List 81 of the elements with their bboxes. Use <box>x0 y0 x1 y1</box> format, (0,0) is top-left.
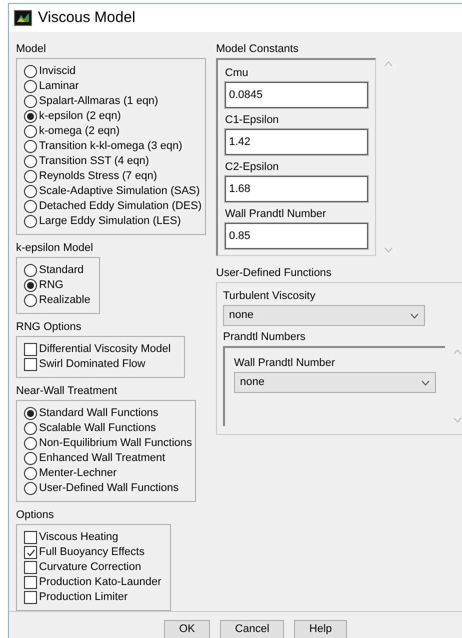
option-label: Viscous Heating <box>39 530 118 546</box>
checkbox[interactable] <box>24 591 37 604</box>
input-field[interactable]: 1.42 <box>225 129 368 155</box>
app-icon <box>14 10 32 26</box>
field-label: Turbulent Viscosity <box>223 289 316 303</box>
option-label: k-omega (2 eqn) <box>39 124 120 140</box>
radio-button[interactable] <box>24 482 37 495</box>
field-label: Wall Prandtl Number <box>225 207 328 221</box>
checkbox[interactable] <box>24 546 37 559</box>
checkbox[interactable] <box>24 531 37 544</box>
dropdown[interactable]: none <box>223 305 425 326</box>
group-label: Near-Wall Treatment <box>16 384 118 398</box>
dialog-button[interactable]: Cancel <box>220 620 284 638</box>
input-field[interactable]: 1.68 <box>225 176 368 202</box>
option-label: Menter-Lechner <box>39 466 117 482</box>
dropdown[interactable]: none <box>234 372 436 393</box>
option-label: Production Limiter <box>39 590 128 606</box>
option-label: Transition SST (4 eqn) <box>39 154 150 170</box>
option-label: Scalable Wall Functions <box>39 421 156 436</box>
field-label: C2-Epsilon <box>225 160 280 174</box>
group-label: k-epsilon Model <box>16 241 94 255</box>
radio-button[interactable] <box>24 407 37 420</box>
option-label: Scale-Adaptive Simulation (SAS) <box>39 184 200 200</box>
field-label: Cmu <box>225 66 250 80</box>
option-label: Inviscid <box>39 64 76 80</box>
field-label: Wall Prandtl Number <box>234 356 336 370</box>
radio-button[interactable] <box>24 279 37 292</box>
radio-button[interactable] <box>24 215 37 228</box>
option-label: Detached Eddy Simulation (DES) <box>39 199 202 214</box>
option-label: Reynolds Stress (7 eqn) <box>39 169 157 184</box>
dialog-button[interactable]: OK <box>164 620 210 638</box>
radio-button[interactable] <box>24 452 37 465</box>
radio-button[interactable] <box>24 437 37 450</box>
group-label: Model <box>16 42 47 56</box>
input-field[interactable]: 0.0845 <box>225 82 368 108</box>
option-label: Non-Equilibrium Wall Functions <box>39 436 192 452</box>
option-label: Production Kato-Launder <box>39 575 162 590</box>
radio-button[interactable] <box>24 110 37 123</box>
option-label: Standard <box>39 263 84 278</box>
checkbox[interactable] <box>24 576 37 589</box>
radio-button[interactable] <box>24 140 37 153</box>
radio-button[interactable] <box>24 155 37 168</box>
option-label: k-epsilon (2 eqn) <box>39 109 121 124</box>
radio-button[interactable] <box>24 65 37 78</box>
radio-button[interactable] <box>24 264 37 277</box>
option-label: Curvature Correction <box>39 560 142 576</box>
chevron-down-icon <box>421 380 430 386</box>
dialog-button[interactable]: Help <box>294 620 347 638</box>
radio-button[interactable] <box>24 467 37 480</box>
chevron-down-icon <box>410 312 419 318</box>
radio-button[interactable] <box>24 185 37 198</box>
radio-button[interactable] <box>24 170 37 183</box>
radio-button[interactable] <box>24 200 37 213</box>
group-label: Options <box>16 508 55 522</box>
field-label: C1-Epsilon <box>225 113 280 127</box>
option-label: Full Buoyancy Effects <box>39 545 145 560</box>
field-label: Prandtl Numbers <box>223 330 307 344</box>
group-label: RNG Options <box>16 320 82 334</box>
radio-button[interactable] <box>24 294 37 307</box>
checkbox[interactable] <box>24 343 37 356</box>
option-label: Laminar <box>39 79 79 94</box>
option-label: Spalart-Allmaras (1 eqn) <box>39 94 158 110</box>
radio-button[interactable] <box>24 422 37 435</box>
group-label: User-Defined Functions <box>216 266 333 280</box>
option-label: Swirl Dominated Flow <box>39 357 146 372</box>
option-label: Differential Viscosity Model <box>39 342 171 358</box>
option-label: RNG <box>39 278 64 294</box>
option-label: Transition k-kl-omega (3 eqn) <box>39 139 182 154</box>
input-field[interactable]: 0.85 <box>225 223 368 249</box>
group-label: Model Constants <box>216 42 300 56</box>
radio-button[interactable] <box>24 125 37 138</box>
checkbox[interactable] <box>24 561 37 574</box>
option-label: Large Eddy Simulation (LES) <box>39 214 181 230</box>
option-label: Realizable <box>39 293 90 308</box>
option-label: Enhanced Wall Treatment <box>39 451 166 466</box>
window-title: Viscous Model <box>38 8 136 28</box>
radio-button[interactable] <box>24 95 37 108</box>
checkbox[interactable] <box>24 358 37 371</box>
radio-button[interactable] <box>24 80 37 93</box>
option-label: Standard Wall Functions <box>39 406 158 422</box>
option-label: User-Defined Wall Functions <box>39 481 179 496</box>
